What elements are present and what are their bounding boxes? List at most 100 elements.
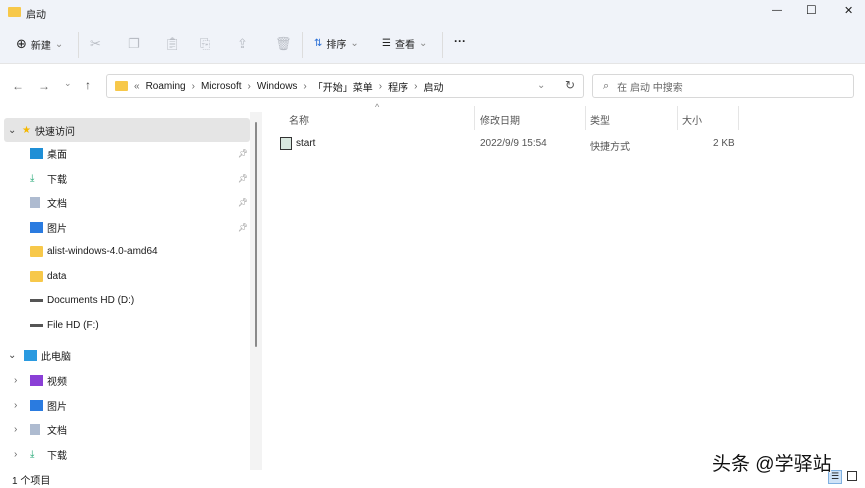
chevron-down-icon: ⌄ (54, 38, 64, 50)
sidebar-item-pictures[interactable]: 图片 📌︎ (0, 215, 250, 239)
download-icon: ⤓ (30, 448, 35, 460)
sidebar-item-drive-f[interactable]: File HD (F:) (0, 313, 250, 337)
sidebar-quick-access[interactable]: ⌄ ★ 快速访问 (4, 118, 250, 142)
sidebar-scrollbar[interactable] (250, 112, 262, 470)
plus-circle-icon: ⊕ (16, 36, 27, 51)
refresh-button[interactable]: ↻ (565, 78, 575, 92)
tiles-view-button[interactable] (847, 471, 857, 481)
rename-icon[interactable]: ⎘ (200, 36, 210, 52)
divider (442, 32, 443, 58)
navigation-pane: ⌄ ★ 快速访问 桌面 📌︎ ⤓ 下载 📌︎ 文档 📌︎ 图片 📌︎ alist-wind… (0, 112, 262, 472)
column-divider[interactable] (738, 106, 739, 130)
sidebar-item-data[interactable]: data (0, 264, 250, 288)
sidebar-item-downloads[interactable]: ⤓ 下载 📌︎ (0, 166, 250, 190)
drive-icon (30, 323, 43, 327)
star-icon: ★ (22, 124, 31, 136)
column-divider[interactable] (677, 106, 678, 130)
folder-icon (8, 7, 21, 17)
sidebar-item-documents[interactable]: 文档 📌︎ (0, 190, 250, 214)
chevron-down-icon: ⌄ (350, 38, 359, 49)
sidebar-item-desktop[interactable]: 桌面 📌︎ (0, 141, 250, 165)
column-header-type[interactable]: 类型 (590, 112, 610, 127)
breadcrumb-start-menu[interactable]: 「开始」菜单 (313, 79, 373, 94)
chevron-right-icon: › (378, 80, 383, 92)
folder-icon (30, 270, 43, 282)
file-name[interactable]: start (296, 138, 315, 149)
breadcrumb-programs[interactable]: 程序 (388, 79, 408, 94)
chevron-right-icon[interactable]: › (14, 449, 30, 460)
chevron-right-icon[interactable]: › (14, 375, 30, 386)
chevron-down-icon[interactable]: ⌄ (8, 125, 22, 136)
file-list (262, 100, 865, 470)
paste-icon[interactable]: 📋︎ (164, 36, 181, 52)
folder-icon (115, 81, 128, 91)
divider (78, 32, 79, 58)
address-bar[interactable]: « Roaming › Microsoft › Windows › 「开始」菜单 › 程… (106, 74, 584, 98)
up-button[interactable]: ↑ (85, 78, 91, 92)
breadcrumb-startup[interactable]: 启动 (423, 79, 443, 94)
cut-icon[interactable]: ✂ (90, 36, 101, 52)
back-button[interactable]: ← (12, 79, 24, 93)
desktop-icon (30, 147, 43, 159)
search-input[interactable]: 在 启动 中搜索 (617, 79, 683, 94)
share-icon[interactable]: ⇪ (237, 36, 248, 52)
document-icon (30, 196, 40, 208)
sidebar-item-videos[interactable]: › 视频 (0, 368, 250, 392)
forward-button[interactable]: → (38, 79, 50, 93)
view-button[interactable]: ☰ 查看 ⌄ (382, 36, 427, 51)
sidebar-item-pc-pictures[interactable]: › 图片 (0, 393, 250, 417)
breadcrumb-microsoft[interactable]: Microsoft (201, 81, 242, 92)
column-divider[interactable] (585, 106, 586, 130)
pictures-icon (30, 221, 43, 233)
sidebar-item-drive-d[interactable]: Documents HD (D:) (0, 288, 250, 312)
address-dropdown[interactable]: ⌄ (537, 80, 545, 91)
column-divider[interactable] (474, 106, 475, 130)
maximize-button[interactable]: ☐ (806, 3, 817, 17)
column-header-modified[interactable]: 修改日期 (480, 112, 520, 127)
chevron-right-icon[interactable]: › (14, 400, 30, 411)
title-bar: 启动 — ☐ ✕ (0, 0, 865, 26)
breadcrumb-windows[interactable]: Windows (257, 81, 298, 92)
pin-icon[interactable]: 📌︎ (238, 149, 248, 158)
pictures-icon (30, 399, 43, 411)
more-button[interactable]: ··· (454, 34, 466, 48)
chevron-right-icon: › (414, 80, 418, 92)
document-icon (30, 423, 40, 435)
search-icon: ⌕ (603, 79, 610, 92)
sort-icon: ⇅ (314, 38, 323, 49)
sidebar-item-alist[interactable]: alist-windows-4.0-amd64 (0, 239, 250, 263)
overflow-chevron[interactable]: « (134, 81, 140, 92)
sidebar-item-pc-documents[interactable]: › 文档 (0, 417, 250, 441)
shortcut-icon (280, 137, 292, 150)
new-button[interactable]: ⊕ 新建 ⌄ (16, 36, 63, 52)
copy-icon[interactable]: ❐ (128, 36, 140, 52)
column-header-name[interactable]: 名称 (289, 112, 309, 127)
sidebar-this-pc[interactable]: ⌄ 此电脑 (0, 343, 250, 367)
computer-icon (24, 349, 37, 361)
pin-icon[interactable]: 📌︎ (238, 174, 248, 183)
status-item-count: 1 个项目 (12, 476, 51, 487)
breadcrumb-roaming[interactable]: Roaming (146, 81, 186, 92)
sort-ascending-icon: ^ (375, 102, 380, 112)
window-title: 启动 (26, 10, 46, 21)
chevron-right-icon: › (303, 80, 307, 92)
minimize-button[interactable]: — (772, 5, 782, 16)
chevron-down-icon: ⌄ (418, 38, 428, 49)
column-header-size[interactable]: 大小 (682, 112, 702, 127)
file-size: 2 KB (713, 138, 735, 149)
delete-icon[interactable]: 🗑︎ (275, 36, 292, 52)
file-modified: 2022/9/9 15:54 (480, 138, 547, 149)
sidebar-item-pc-downloads[interactable]: › ⤓ 下载 (0, 442, 250, 466)
recent-locations-button[interactable]: ⌄ (64, 78, 72, 89)
watermark: 头条 @学驿站 (712, 454, 832, 475)
chevron-right-icon[interactable]: › (14, 424, 30, 435)
chevron-right-icon: › (191, 80, 195, 92)
pin-icon[interactable]: 📌︎ (238, 198, 248, 207)
sort-button[interactable]: ⇅ 排序 ⌄ (314, 36, 359, 51)
chevron-down-icon[interactable]: ⌄ (8, 350, 24, 361)
search-box[interactable]: ⌕ 在 启动 中搜索 (592, 74, 854, 98)
chevron-right-icon: › (247, 80, 251, 92)
view-icon: ☰ (382, 38, 391, 49)
close-button[interactable]: ✕ (844, 4, 853, 17)
pin-icon[interactable]: 📌︎ (238, 223, 248, 232)
